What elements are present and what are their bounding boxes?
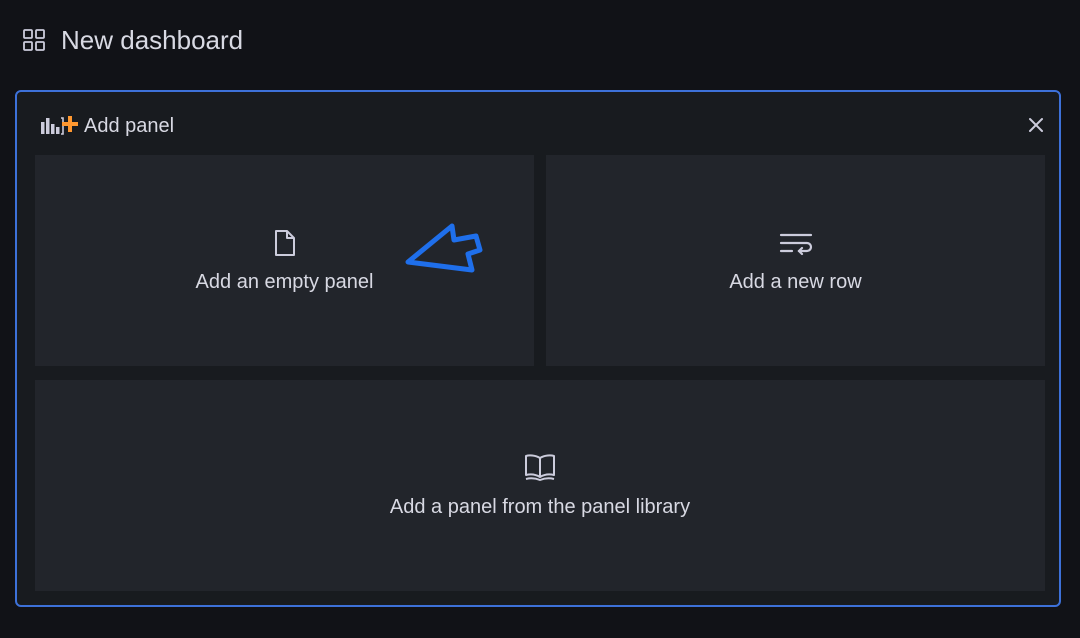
add-empty-panel-button[interactable]: Add an empty panel xyxy=(35,155,534,366)
add-empty-panel-label: Add an empty panel xyxy=(195,271,374,293)
add-panel-icon xyxy=(41,116,78,135)
book-icon xyxy=(525,454,555,481)
top-bar: New dashboard xyxy=(0,0,1080,80)
add-panel-header: Add panel xyxy=(17,92,1059,154)
dashboard-grid-icon xyxy=(23,29,45,51)
add-new-row-label: Add a new row xyxy=(729,271,862,293)
add-panel-from-library-button[interactable]: Add a panel from the panel library xyxy=(35,380,1045,591)
page: New dashboard Add panel Add an empty pan… xyxy=(0,0,1080,638)
close-icon[interactable] xyxy=(1027,116,1045,134)
add-new-row-button[interactable]: Add a new row xyxy=(546,155,1045,366)
add-panel-title: Add panel xyxy=(84,115,175,137)
add-panel-dialog: Add panel Add an empty panel Add a new r… xyxy=(15,90,1061,607)
dashboard-title[interactable]: New dashboard xyxy=(61,24,243,56)
row-wrap-icon xyxy=(779,233,812,256)
add-panel-from-library-label: Add a panel from the panel library xyxy=(389,496,691,518)
file-icon xyxy=(274,230,295,256)
